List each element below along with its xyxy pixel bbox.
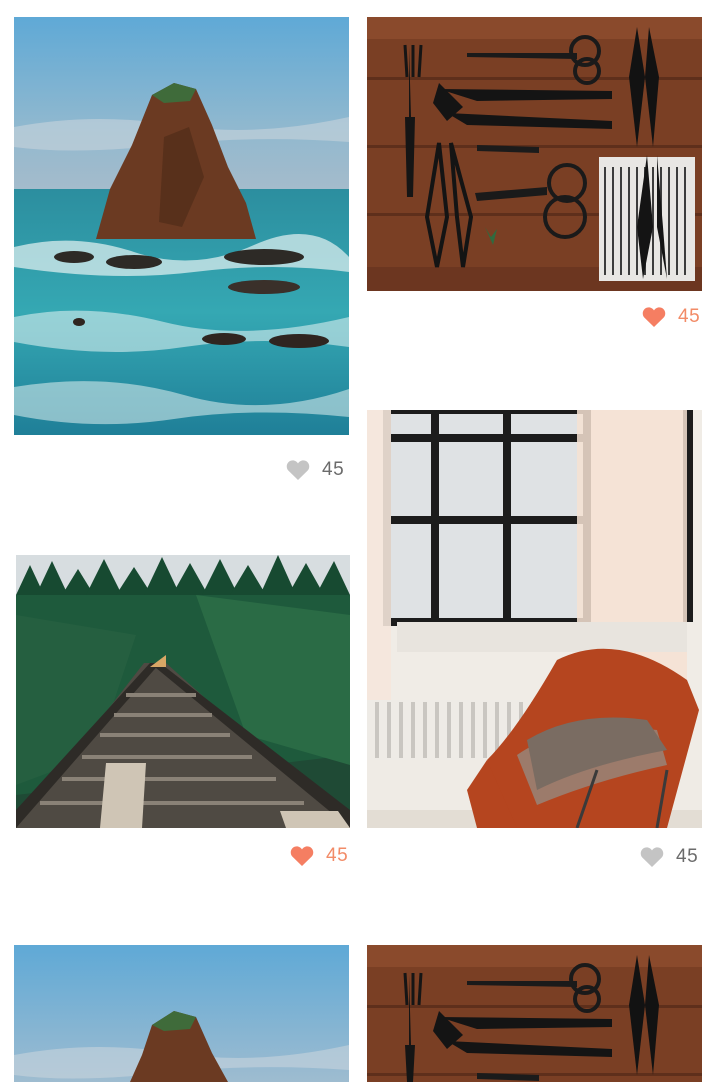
- like-count: 45: [678, 306, 701, 327]
- sea-stack-image: [14, 17, 349, 435]
- like-button[interactable]: 45: [642, 305, 700, 329]
- photo-sea-stack[interactable]: [14, 17, 349, 435]
- heart-icon: [640, 847, 664, 867]
- garden-tools-image: [367, 945, 702, 1082]
- garden-tools-image: [367, 17, 702, 291]
- like-button[interactable]: 45: [290, 844, 348, 868]
- photo-sea-stack[interactable]: [14, 945, 349, 1082]
- butterfly-chair-image: [367, 410, 702, 828]
- like-count: 45: [322, 459, 345, 480]
- photo-butterfly-chair[interactable]: [367, 410, 702, 828]
- heart-icon: [290, 846, 314, 866]
- sea-stack-image: [14, 945, 349, 1082]
- railway-bridge-image: [16, 555, 350, 828]
- heart-icon: [286, 460, 310, 480]
- like-button[interactable]: 45: [286, 458, 344, 482]
- photo-garden-tools[interactable]: [367, 17, 702, 291]
- like-count: 45: [676, 846, 699, 867]
- heart-icon: [642, 307, 666, 327]
- like-button[interactable]: 45: [640, 845, 698, 869]
- like-count: 45: [326, 845, 349, 866]
- photo-garden-tools[interactable]: [367, 945, 702, 1082]
- photo-railway-bridge[interactable]: [16, 555, 350, 828]
